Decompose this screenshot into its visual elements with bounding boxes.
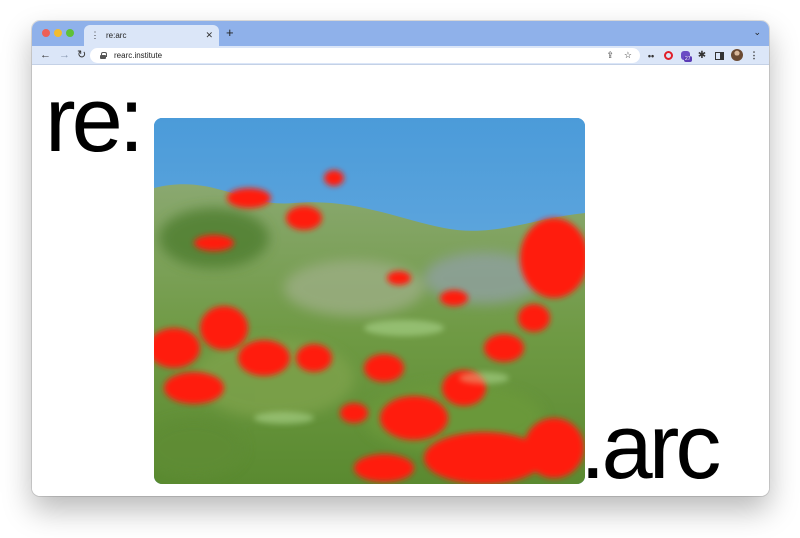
minimize-window-button[interactable] (54, 29, 62, 37)
maximize-window-button[interactable] (66, 29, 74, 37)
chevron-down-icon[interactable]: ⌄ (753, 27, 761, 38)
reload-button[interactable]: ↻ (77, 47, 86, 64)
close-window-button[interactable] (42, 29, 50, 37)
tab-bar: ⋮ re:arc ✕ + ⌄ (32, 21, 769, 46)
forward-button[interactable]: → (59, 47, 70, 64)
logo-re: re: (45, 69, 144, 171)
share-icon[interactable]: ⇪ (606, 50, 614, 61)
puzzle-icon[interactable]: ✱ (696, 49, 708, 62)
bookmark-star-icon[interactable]: ☆ (624, 50, 632, 61)
side-panel-icon[interactable] (713, 49, 725, 62)
page-content: re: .arc (32, 66, 769, 496)
back-button[interactable]: ← (40, 47, 51, 64)
url-text[interactable]: rearc.institute (114, 51, 596, 60)
logo-arc: .arc (580, 396, 721, 496)
browser-toolbar: ← → ↻ rearc.institute ⇪ ☆ •• 27 ✱ ⋮ (32, 46, 769, 65)
close-icon[interactable]: ✕ (205, 30, 213, 41)
opera-extension-icon[interactable] (662, 49, 674, 62)
poppy-field-painting (154, 118, 585, 484)
browser-window: ⋮ re:arc ✕ + ⌄ ← → ↻ rearc.institute ⇪ ☆… (32, 21, 769, 496)
kebab-menu-icon[interactable]: ⋮ (748, 49, 760, 62)
extension-badge: 27 (684, 56, 692, 62)
favicon-icon: ⋮ (90, 30, 100, 40)
hero-image (154, 118, 585, 484)
new-tab-button[interactable]: + (226, 25, 234, 41)
tab-rearc[interactable]: ⋮ re:arc ✕ (84, 25, 219, 46)
extension-dots-icon[interactable]: •• (645, 49, 657, 62)
tab-title: re:arc (106, 31, 127, 40)
address-bar[interactable]: rearc.institute ⇪ ☆ (90, 48, 640, 63)
lock-icon[interactable] (100, 52, 107, 59)
avatar[interactable] (731, 49, 743, 61)
